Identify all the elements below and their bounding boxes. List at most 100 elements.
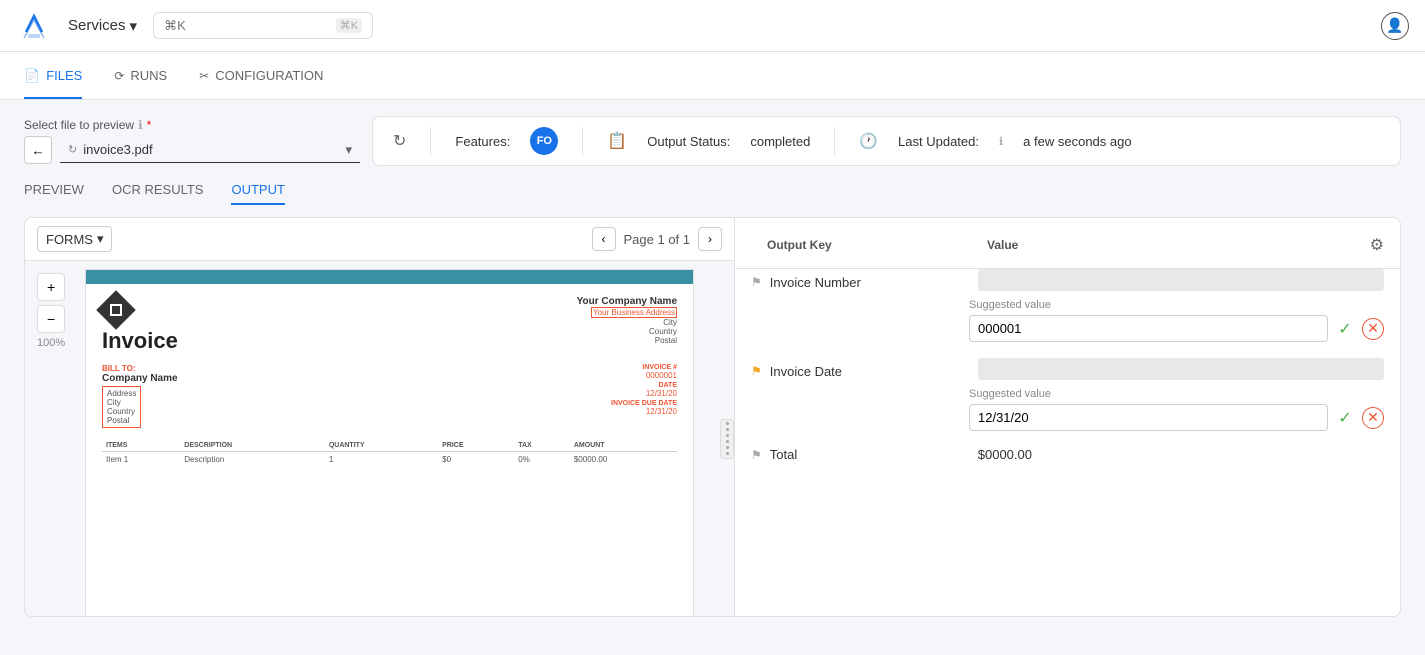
output-status-label: Output Status: <box>647 134 730 149</box>
forms-label: FORMS <box>46 232 93 247</box>
col-header-key: Output Key <box>767 238 987 252</box>
panel-resize-handle[interactable] <box>720 419 734 459</box>
preview-panel: FORMS ▾ ‹ Page 1 of 1 › + − 100% <box>25 218 735 616</box>
tab-configuration[interactable]: ✂ CONFIGURATION <box>199 52 323 99</box>
invoice-logo <box>102 296 178 324</box>
invoice-date-confirm-button[interactable]: ✓ <box>1334 407 1356 429</box>
logo <box>16 8 52 44</box>
invoice-col-amount: AMOUNT <box>570 440 677 452</box>
chevron-down-icon: ▾ <box>130 17 138 35</box>
invoice-date-reject-button[interactable]: ✕ <box>1362 407 1384 429</box>
forms-chevron-icon: ▾ <box>97 231 104 247</box>
output-panel-header: Output Key Value ⚙ <box>735 218 1400 269</box>
invoice-col-description: DESCRIPTION <box>180 440 325 452</box>
content-area: FORMS ▾ ‹ Page 1 of 1 › + − 100% <box>24 217 1401 617</box>
refresh-button[interactable]: ↻ <box>393 131 406 151</box>
output-icon: 📋 <box>607 131 627 151</box>
invoice-col-tax: TAX <box>514 440 570 452</box>
runs-tab-label: RUNS <box>130 68 167 83</box>
tab-files[interactable]: 📄 FILES <box>24 52 82 99</box>
forms-dropdown[interactable]: FORMS ▾ <box>37 226 112 252</box>
invoice-date-input[interactable] <box>969 404 1328 431</box>
services-menu-button[interactable]: Services ▾ <box>68 17 137 35</box>
invoice-number-key: Invoice Number <box>770 275 970 290</box>
user-icon: 👤 <box>1386 17 1403 34</box>
file-dropdown[interactable]: ↻ invoice3.pdf ▾ <box>60 138 360 163</box>
sub-tab-output[interactable]: OUTPUT <box>231 182 284 205</box>
user-avatar[interactable]: 👤 <box>1381 12 1409 40</box>
settings-gear-icon[interactable]: ⚙ <box>1370 235 1384 255</box>
next-page-button[interactable]: › <box>698 227 722 251</box>
invoice-header-bar <box>86 270 693 284</box>
keyboard-shortcut: ⌘K <box>336 18 362 33</box>
output-panel: Output Key Value ⚙ ⚑ Invoice Number <box>735 218 1400 616</box>
output-status-value: completed <box>750 134 810 149</box>
preview-content: + − 100% Invoice <box>25 261 734 616</box>
features-label: Features: <box>455 134 510 149</box>
invoice-col-price: PRICE <box>438 440 514 452</box>
total-value-area: $0000.00 <box>978 447 1384 462</box>
col-header-value: Value <box>987 238 1018 252</box>
sub-tab-preview[interactable]: PREVIEW <box>24 182 84 205</box>
search-input[interactable] <box>164 18 304 33</box>
required-marker: * <box>147 118 152 132</box>
zoom-in-button[interactable]: + <box>37 273 65 301</box>
invoice-row: Item 1 Description 1 $0 0% $0000.00 <box>102 452 677 468</box>
invoice-col-quantity: QUANTITY <box>325 440 438 452</box>
invoice-number-empty-bar <box>978 269 1384 291</box>
configuration-tab-icon: ✂ <box>199 69 209 83</box>
files-tab-icon: 📄 <box>24 68 40 84</box>
fo-badge: FO <box>530 127 558 155</box>
file-selector-row: Select file to preview ℹ * ← ↻ invoice3.… <box>24 116 1401 166</box>
dropdown-chevron-icon: ▾ <box>345 142 352 158</box>
configuration-tab-label: CONFIGURATION <box>215 68 323 83</box>
flag-yellow-icon: ⚑ <box>751 364 762 378</box>
invoice-date-key: Invoice Date <box>770 364 970 379</box>
back-arrow-icon: ← <box>31 143 44 158</box>
invoice-number-confirm-button[interactable]: ✓ <box>1334 318 1356 340</box>
main-tabs: 📄 FILES ⟳ RUNS ✂ CONFIGURATION <box>0 52 1425 100</box>
invoice-number-value-area <box>978 269 1384 295</box>
info-icon: ℹ <box>138 118 143 132</box>
suggested-label-1: Suggested value <box>969 299 1384 311</box>
zoom-out-button[interactable]: − <box>37 305 65 333</box>
refresh-small-icon: ↻ <box>68 143 77 156</box>
output-item-invoice-number: ⚑ Invoice Number Suggested value ✓ <box>751 269 1384 342</box>
invoice-number-input[interactable] <box>969 315 1328 342</box>
zoom-level: 100% <box>37 337 65 349</box>
preview-toolbar: FORMS ▾ ‹ Page 1 of 1 › <box>25 218 734 261</box>
sub-tabs: PREVIEW OCR RESULTS OUTPUT <box>24 182 1401 205</box>
search-bar[interactable]: ⌘K <box>153 12 373 39</box>
services-label: Services <box>68 17 126 34</box>
invoice-date-input-row: ✓ ✕ <box>969 404 1384 431</box>
output-item-invoice-date: ⚑ Invoice Date Suggested value ✓ ✕ <box>751 358 1384 431</box>
invoice-table: ITEMS DESCRIPTION QUANTITY PRICE TAX AMO… <box>102 440 677 467</box>
back-button[interactable]: ← <box>24 136 52 164</box>
total-value: $0000.00 <box>978 441 1032 468</box>
runs-tab-icon: ⟳ <box>114 69 124 83</box>
invoice-company: Your Company Name Your Business Address … <box>577 296 677 345</box>
info-icon-2: ℹ <box>999 135 1003 148</box>
status-bar: ↻ Features: FO 📋 Output Status: complete… <box>372 116 1401 166</box>
invoice-date-value-area <box>978 358 1384 384</box>
invoice-number-reject-button[interactable]: ✕ <box>1362 318 1384 340</box>
prev-page-button[interactable]: ‹ <box>592 227 616 251</box>
total-key: Total <box>770 447 970 462</box>
last-updated-label: Last Updated: <box>898 134 979 149</box>
invoice-right-info: INVOICE # 0000001 DATE 12/31/20 INVOICE … <box>611 364 677 428</box>
invoice-preview: Invoice Your Company Name Your Business … <box>85 269 694 616</box>
invoice-col-items: ITEMS <box>102 440 180 452</box>
output-item-total: ⚑ Total $0000.00 <box>751 447 1384 462</box>
sub-tab-ocr-results[interactable]: OCR RESULTS <box>112 182 204 205</box>
output-items-list: ⚑ Invoice Number Suggested value ✓ <box>735 269 1400 478</box>
main-content: Select file to preview ℹ * ← ↻ invoice3.… <box>0 100 1425 633</box>
files-tab-label: FILES <box>46 68 82 83</box>
flag-gray-icon-2: ⚑ <box>751 448 762 462</box>
tab-runs[interactable]: ⟳ RUNS <box>114 52 167 99</box>
clock-icon: 🕐 <box>859 132 878 150</box>
invoice-title: Invoice <box>102 328 178 354</box>
selected-file-name: invoice3.pdf <box>83 142 152 157</box>
invoice-number-input-row: ✓ ✕ <box>969 315 1384 342</box>
invoice-bill-section: BILL TO: Company Name Address City Count… <box>102 364 677 428</box>
page-label: Page 1 of 1 <box>624 232 691 247</box>
